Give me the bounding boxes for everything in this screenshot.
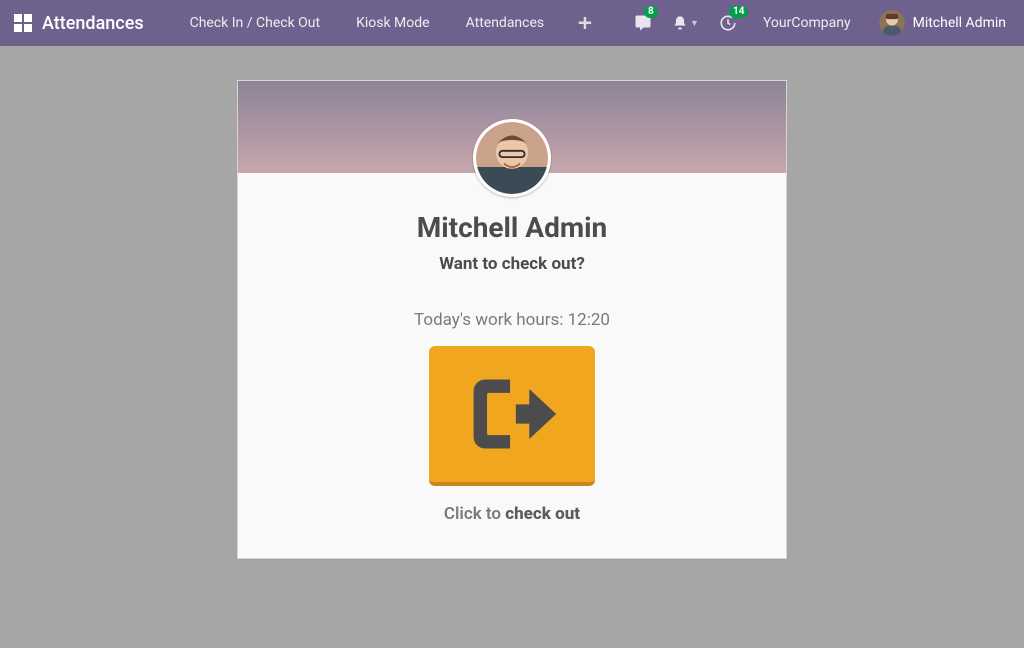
checkout-button[interactable] [429,346,595,486]
employee-name: Mitchell Admin [417,211,608,244]
nav-add-icon[interactable]: ➕︎ [562,13,608,34]
employee-avatar-icon [473,119,551,197]
notifications-button[interactable]: ▼ [662,0,709,46]
user-menu[interactable]: Mitchell Admin [867,10,1010,36]
messages-button[interactable]: 8 [624,0,662,46]
activities-badge: 14 [729,6,748,18]
activities-button[interactable]: 14 [709,0,747,46]
apps-icon[interactable] [14,14,32,32]
work-hours-label: Today's work hours: 12:20 [414,310,610,330]
bell-icon [672,15,688,31]
attendance-card: Mitchell Admin Want to check out? Today'… [237,80,787,559]
nav-left: Attendances Check In / Check Out Kiosk M… [14,0,624,46]
nav-link-attendances[interactable]: Attendances [448,0,563,46]
nav-link-checkin[interactable]: Check In / Check Out [172,0,338,46]
navbar: Attendances Check In / Check Out Kiosk M… [0,0,1024,46]
sign-out-icon [464,366,560,462]
nav-link-kiosk[interactable]: Kiosk Mode [338,0,448,46]
checkout-prompt: Want to check out? [439,254,585,274]
nav-right: 8 ▼ 14 YourCompany [624,0,1010,46]
work-hours-value: 12:20 [568,310,610,330]
nav-brand[interactable]: Attendances [42,13,144,34]
company-switcher[interactable]: YourCompany [747,15,867,31]
click-hint-strong: check out [505,504,580,524]
user-avatar-icon [879,10,905,36]
main-stage: Mitchell Admin Want to check out? Today'… [0,46,1024,648]
click-hint: Click to check out [444,504,580,524]
click-hint-prefix: Click to [444,504,505,524]
card-body: Mitchell Admin Want to check out? Today'… [238,173,786,558]
user-name-label: Mitchell Admin [913,15,1006,31]
work-hours-prefix: Today's work hours: [414,310,568,330]
chevron-down-icon: ▼ [690,18,699,29]
messages-badge: 8 [644,6,658,18]
